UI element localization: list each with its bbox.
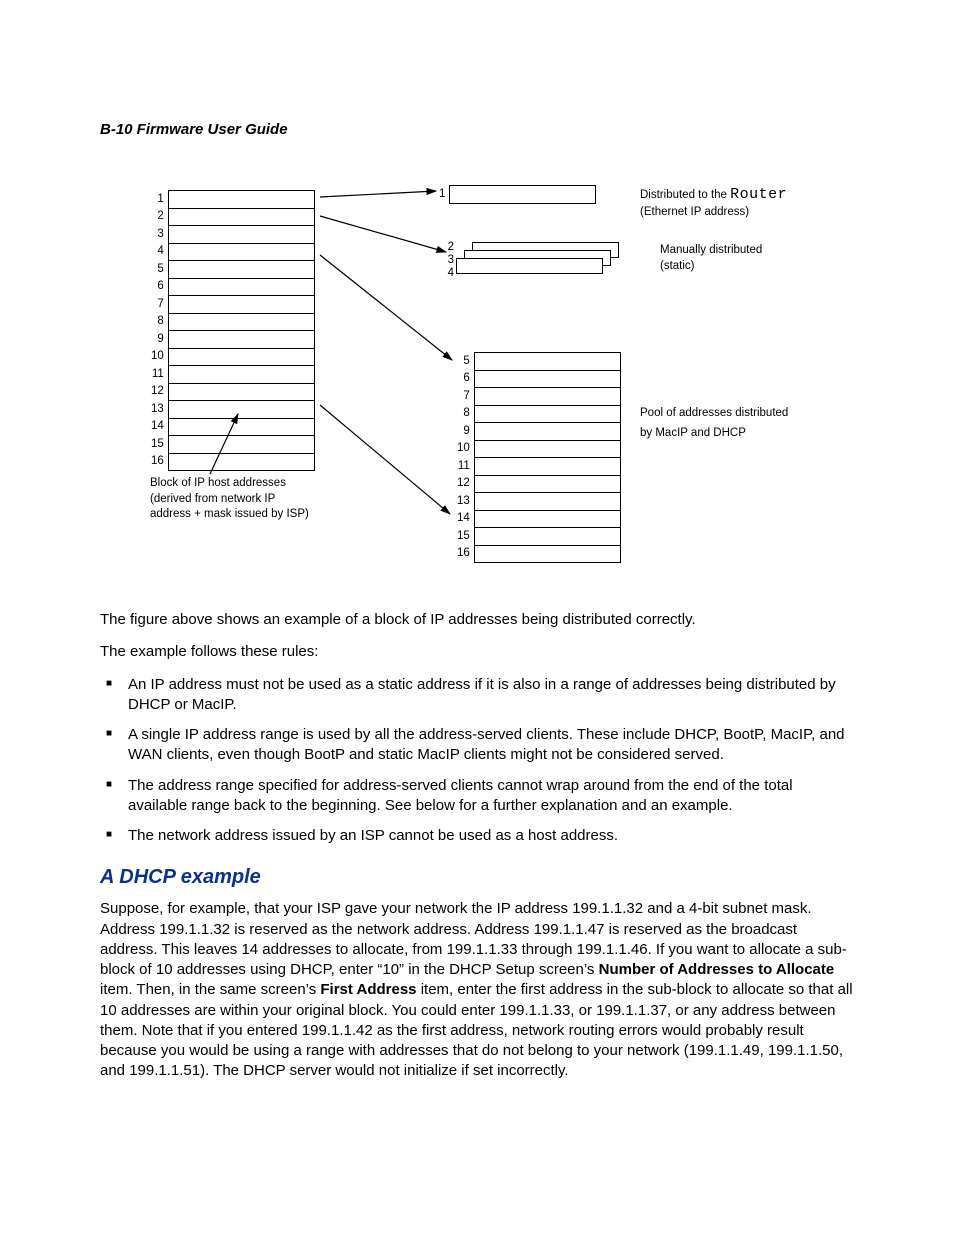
intro-paragraph-1: The figure above shows an example of a b… [100,610,854,630]
section-heading-dhcp: A DHCP example [100,864,854,891]
rule-item: The network address issued by an ISP can… [100,826,854,846]
rule-item: The address range specified for address-… [100,776,854,817]
ip-distribution-figure: 1 2 3 4 5 6 7 8 9 10 11 12 13 14 15 16 B… [150,180,910,550]
dhcp-bold-2: First Address [320,981,416,998]
intro-paragraph-2: The example follows these rules: [100,642,854,662]
page-header: B-10 Firmware User Guide [100,120,288,140]
figure-arrows [150,180,910,550]
rules-list: An IP address must not be used as a stat… [100,675,854,847]
rule-item: An IP address must not be used as a stat… [100,675,854,716]
rule-item: A single IP address range is used by all… [100,725,854,766]
dhcp-text-2: item. Then, in the same screen’s [100,981,320,998]
document-page: B-10 Firmware User Guide 1 2 3 4 5 6 7 8… [0,0,954,1235]
dhcp-bold-1: Number of Addresses to Allocate [599,961,835,978]
dhcp-paragraph: Suppose, for example, that your ISP gave… [100,899,854,1081]
